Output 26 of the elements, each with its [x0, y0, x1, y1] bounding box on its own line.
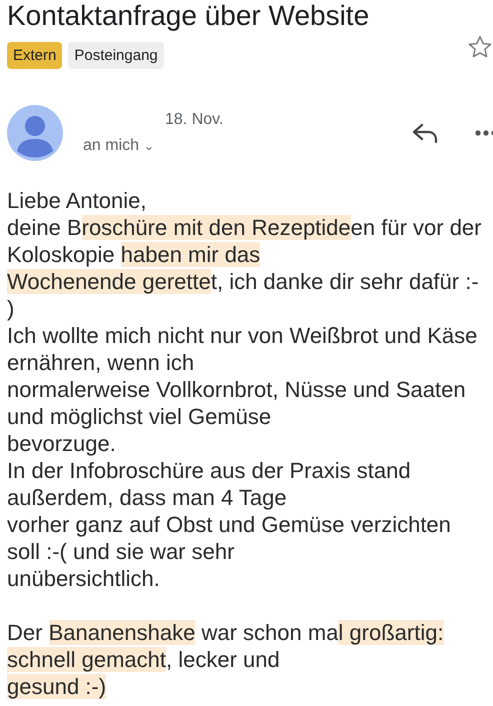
body-text-line: bevorzuge. — [7, 430, 116, 457]
body-text-line: soll :-( und sie war sehr — [7, 538, 234, 565]
message-date: 18. Nov. — [164, 111, 224, 129]
body-text-line: außerdem, dass man 4 Tage — [7, 484, 287, 511]
label-tag[interactable]: Posteingang — [68, 42, 164, 69]
body-text-line: ernähren, wenn ich — [7, 349, 194, 376]
body-text-line: unübersichtlich. — [7, 565, 160, 592]
body-text-line: Wochenende gerettet, ich danke dir sehr dafür :- — [7, 268, 479, 295]
body-text-line: Der Bananenshake war schon mal großartig: — [7, 619, 444, 646]
body-text-line: Ich wollte mich nicht nur von Weißbrot und Käse — [7, 322, 478, 349]
body-text-line: deine Broschüre mit den Rezeptideen für vor der — [7, 214, 482, 241]
body-text-line: Koloskopie haben mir das — [7, 241, 260, 268]
more-icon[interactable] — [475, 130, 493, 136]
label-tag[interactable]: Extern — [7, 42, 62, 69]
star-icon[interactable] — [467, 34, 493, 60]
body-text-line: In der Infobroschüre aus der Praxis stand — [7, 457, 411, 484]
body-text-line: und möglichst viel Gemüse — [7, 403, 272, 430]
body-text-line: normalerweise Vollkornbrot, Nüsse und Saaten — [7, 376, 466, 403]
recipient-toggle[interactable]: an mich ⌄ — [83, 137, 154, 155]
body-text-line: schnell gemacht, lecker und — [7, 646, 280, 673]
email-subject: Kontaktanfrage über Website — [7, 0, 370, 32]
body-text-line: vorher ganz auf Obst und Gemüse verzichten — [7, 511, 451, 538]
body-text-line: ) — [7, 295, 14, 322]
avatar-icon[interactable] — [7, 105, 63, 161]
body-text-line: Liebe Antonie, — [7, 187, 146, 214]
reply-icon[interactable] — [411, 121, 439, 145]
